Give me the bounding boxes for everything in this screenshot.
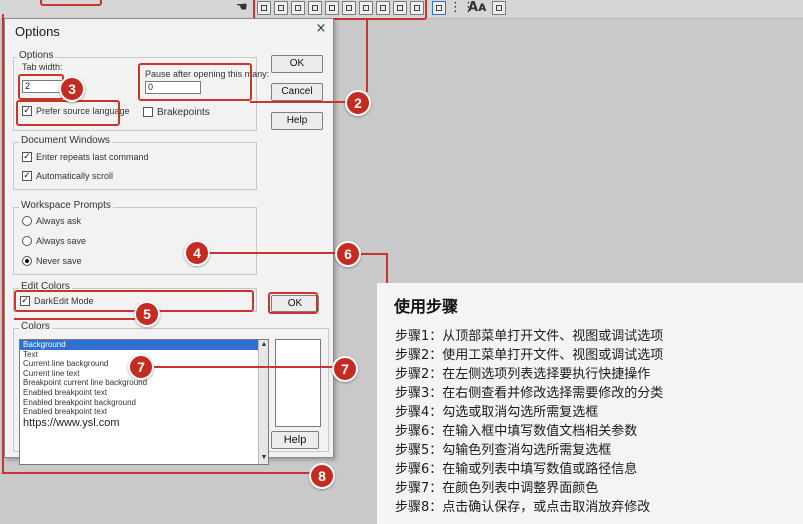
step-badge: 2 bbox=[345, 90, 371, 116]
connector-line bbox=[357, 253, 387, 255]
enter-repeats-label: Enter repeats last command bbox=[36, 152, 149, 162]
colors-label: Colors bbox=[19, 321, 52, 332]
enter-repeats-checkbox[interactable]: ✓ bbox=[22, 152, 32, 162]
colors-help-button[interactable]: Help bbox=[271, 431, 319, 449]
document-windows-label: Document Windows bbox=[19, 135, 112, 146]
colors-scrollbar[interactable]: ▲ ▼ bbox=[258, 340, 268, 464]
pause-highlight bbox=[138, 63, 252, 101]
connector-line bbox=[146, 366, 334, 368]
tab-width-label: Tab width: bbox=[22, 62, 63, 72]
list-item[interactable]: Enabled breakpoint text bbox=[20, 407, 268, 417]
step-item: 步骤1：从顶部菜单打开文件、视图或调试选项 bbox=[395, 329, 664, 344]
always-ask-label: Always ask bbox=[36, 216, 82, 226]
connector-line bbox=[2, 472, 310, 474]
page-icon[interactable] bbox=[432, 1, 446, 15]
list-item[interactable]: Background bbox=[20, 340, 268, 350]
always-save-radio[interactable] bbox=[22, 236, 32, 246]
options-group-label: Options bbox=[17, 50, 56, 61]
connector-line bbox=[250, 101, 350, 103]
connector-line bbox=[2, 14, 4, 474]
always-ask-radio[interactable] bbox=[22, 216, 32, 226]
list-item[interactable]: Breakpoint current line background bbox=[20, 378, 268, 388]
auto-scroll-label: Automatically scroll bbox=[36, 171, 114, 181]
step-item: 步骤2：在左侧选项列表选择要执行快捷操作 bbox=[395, 367, 651, 382]
step-badge: 8 bbox=[309, 463, 335, 489]
step-item: 步骤7：在颜色列表中调整界面颜色 bbox=[395, 481, 599, 496]
step-badge: 3 bbox=[59, 76, 85, 102]
ok-button[interactable]: OK bbox=[271, 55, 323, 73]
breakpoints-label: Brakepoints bbox=[157, 107, 210, 118]
workspace-prompts-label: Workspace Prompts bbox=[19, 200, 113, 211]
connector-line bbox=[207, 252, 337, 254]
never-save-label: Never save bbox=[36, 256, 82, 266]
close-icon[interactable]: × bbox=[313, 21, 329, 37]
properties-icon[interactable] bbox=[492, 1, 506, 15]
connector-line bbox=[386, 253, 388, 285]
step-item: 步骤6：在输入框中填写数值文档相关参数 bbox=[395, 424, 638, 439]
font-size-icon[interactable]: Aᴀ bbox=[468, 0, 487, 15]
step-item: 步骤4：勾选或取消勾选所需复选框 bbox=[395, 405, 599, 420]
color-preview bbox=[275, 339, 321, 427]
always-save-label: Always save bbox=[36, 236, 87, 246]
hand-icon[interactable]: ☚ bbox=[236, 0, 248, 15]
breakpoints-checkbox[interactable] bbox=[143, 107, 153, 117]
instructions-panel: 使用步骤 步骤1：从顶部菜单打开文件、视图或调试选项 步骤2：使用工菜单打开文件… bbox=[377, 283, 803, 524]
never-save-radio[interactable] bbox=[22, 256, 32, 266]
step-badge: 5 bbox=[134, 301, 160, 327]
step-badge: 6 bbox=[335, 241, 361, 267]
tab-width-highlight bbox=[18, 74, 64, 100]
menu-highlight bbox=[40, 0, 102, 6]
cancel-button[interactable]: Cancel bbox=[271, 83, 323, 101]
prefer-source-highlight bbox=[16, 100, 120, 126]
step-item: 步骤2：使用工菜单打开文件、视图或调试选项 bbox=[395, 348, 664, 363]
connector-line bbox=[366, 18, 368, 92]
dialog-title: Options bbox=[15, 24, 60, 39]
scroll-down-icon[interactable]: ▼ bbox=[260, 454, 268, 462]
scroll-up-icon[interactable]: ▲ bbox=[260, 341, 268, 349]
step-item: 步骤5：勾输色列查消勾选所需复选框 bbox=[395, 443, 612, 458]
step-badge: 4 bbox=[184, 240, 210, 266]
step-item: 步骤6：在输或列表中填写数值或路径信息 bbox=[395, 462, 638, 477]
url-text: https://www.ysl.com bbox=[23, 416, 120, 429]
steps-list: 步骤1：从顶部菜单打开文件、视图或调试选项 步骤2：使用工菜单打开文件、视图或调… bbox=[395, 327, 663, 517]
help-button[interactable]: Help bbox=[271, 112, 323, 130]
step-item: 步骤8：点击确认保存，或点击取消放弃修改 bbox=[395, 500, 651, 515]
list-item[interactable]: Enabled breakpoint background bbox=[20, 398, 268, 408]
panel-title: 使用步骤 bbox=[394, 297, 459, 316]
toolbar-highlight bbox=[253, 0, 427, 20]
document-windows-group bbox=[13, 142, 257, 190]
auto-scroll-checkbox[interactable]: ✓ bbox=[22, 171, 32, 181]
step-item: 步骤3：在右侧查看并修改选择需要修改的分类 bbox=[395, 386, 664, 401]
step-badge: 7 bbox=[332, 356, 358, 382]
connector-line bbox=[14, 318, 138, 320]
ok-highlight bbox=[268, 292, 318, 314]
list-item[interactable]: Enabled breakpoint text bbox=[20, 388, 268, 398]
step-badge: 7 bbox=[128, 354, 154, 380]
